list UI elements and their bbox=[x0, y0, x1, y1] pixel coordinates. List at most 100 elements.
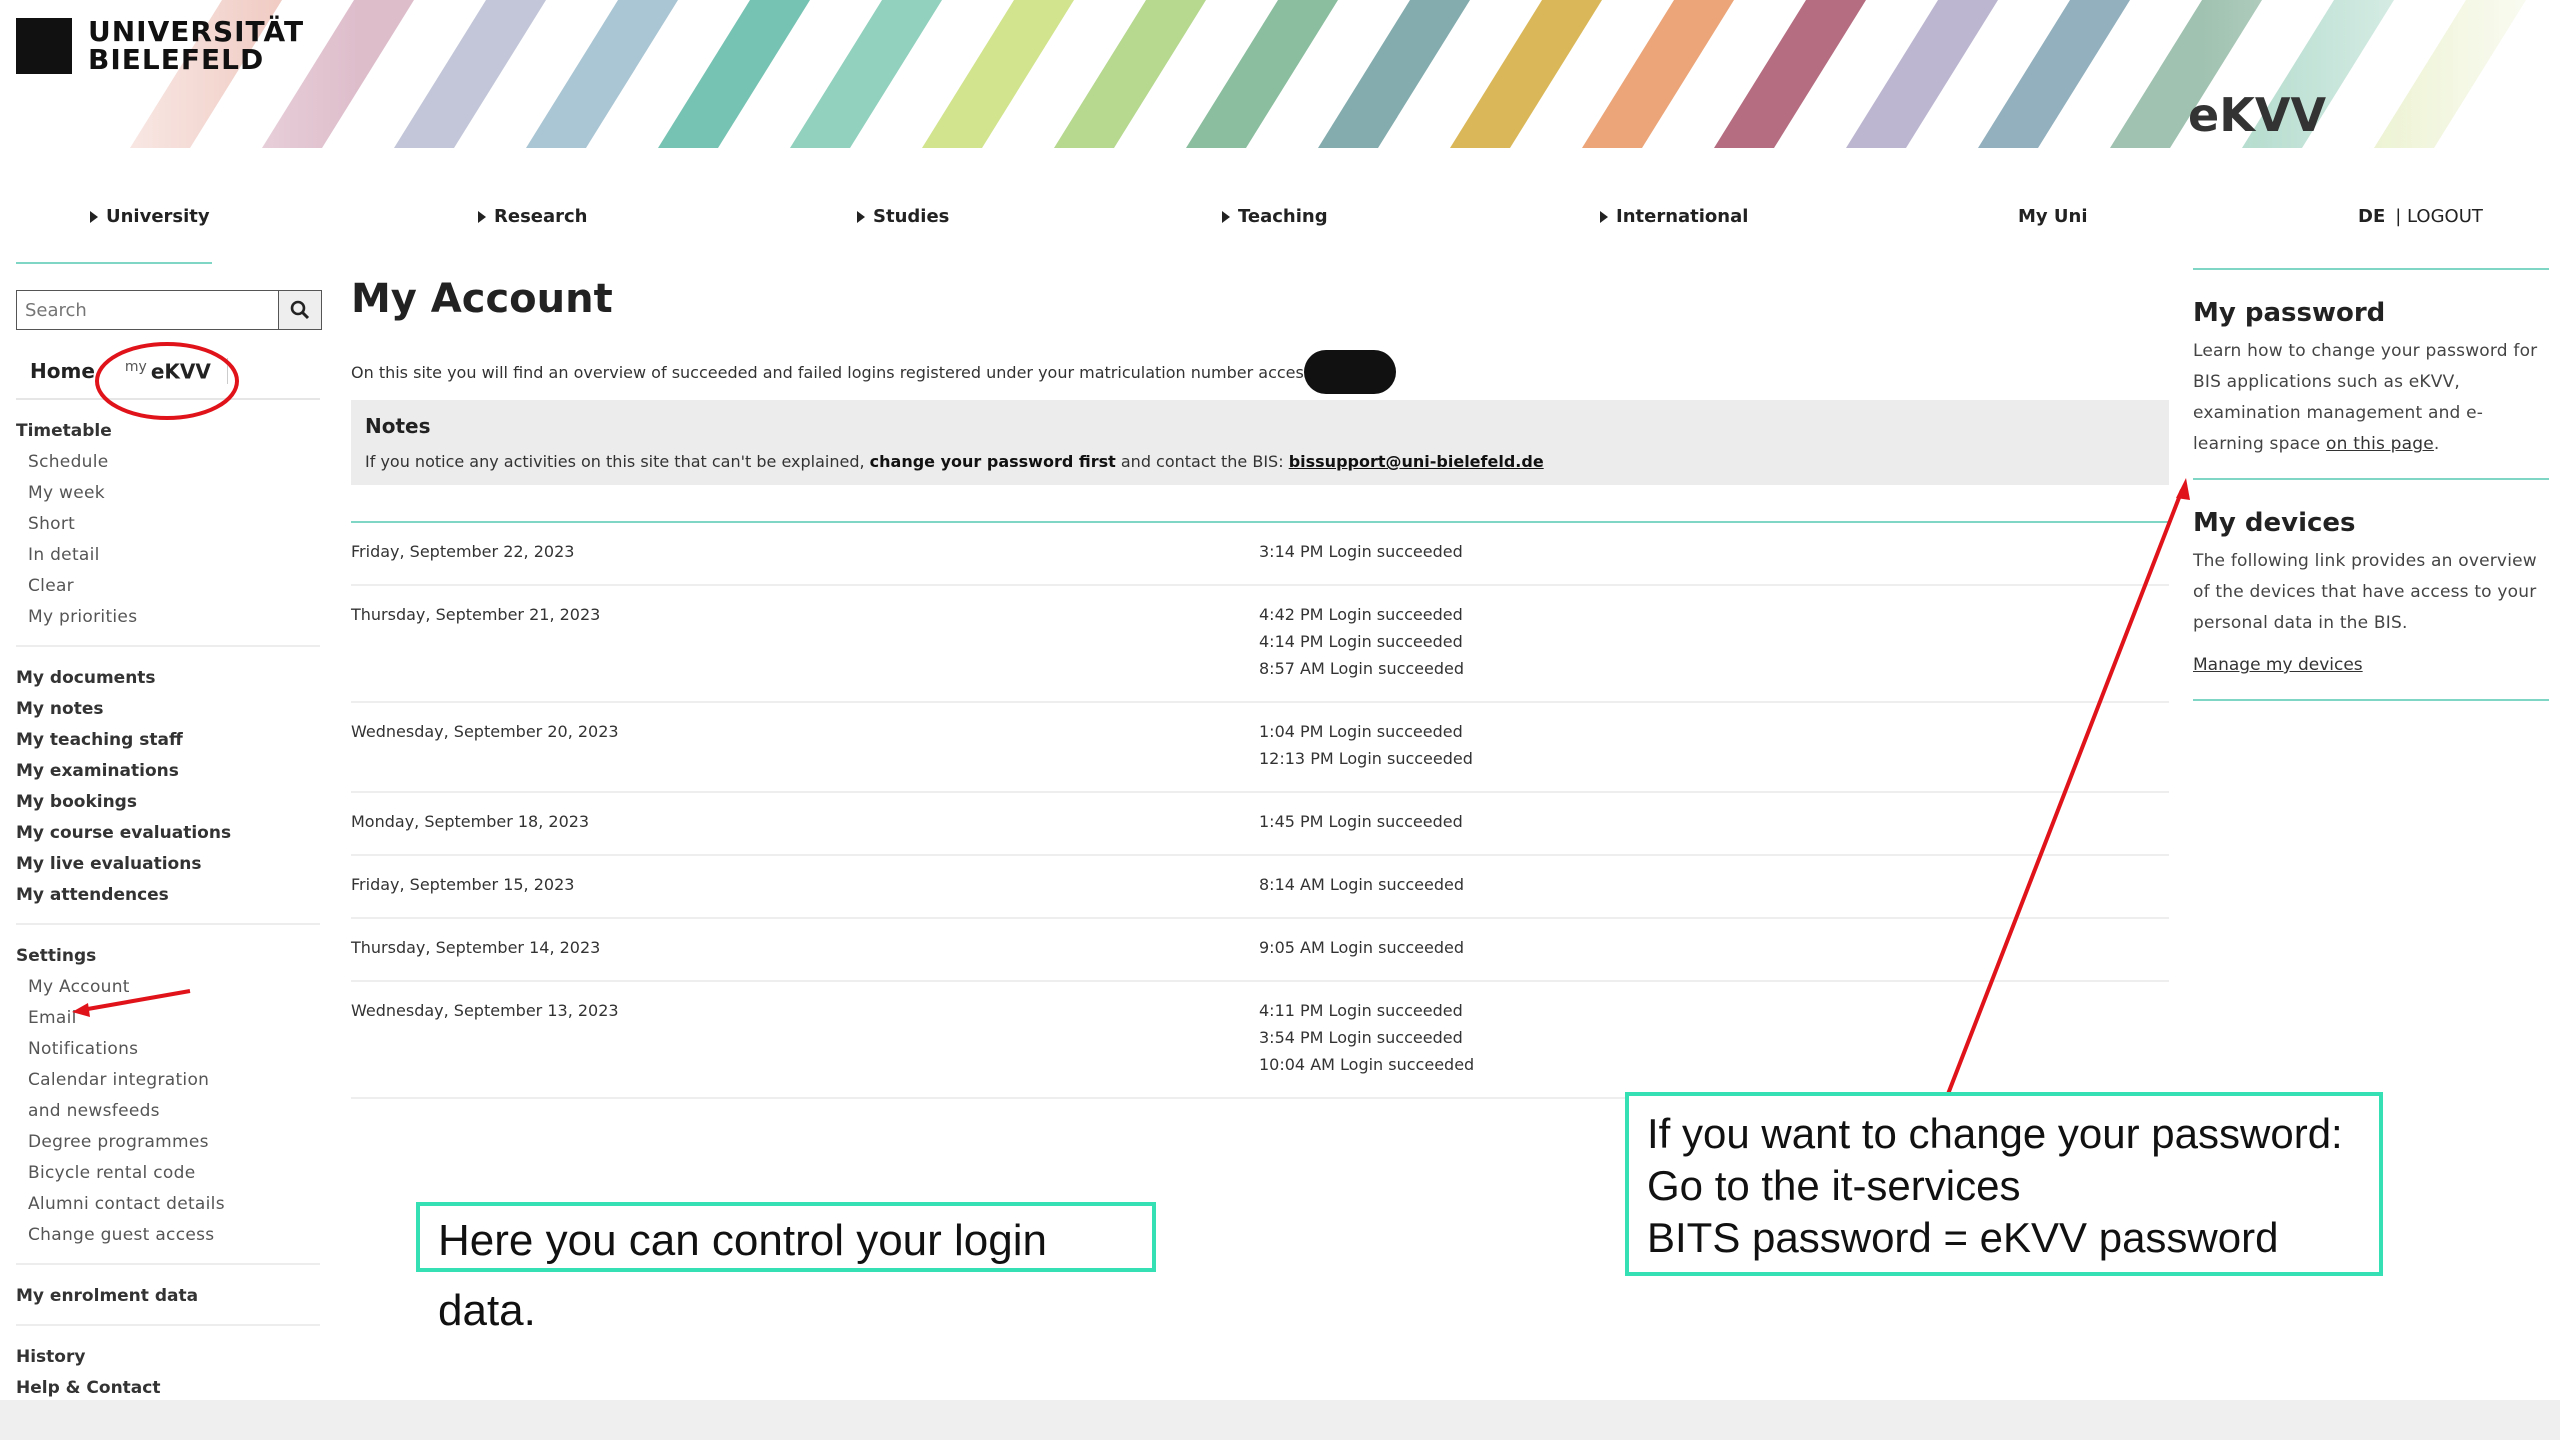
notes-text: If you notice any activities on this sit… bbox=[365, 452, 2155, 471]
sidebar-item-my-bookings[interactable]: My bookings bbox=[16, 787, 320, 818]
sidebar-item-change-guest-access[interactable]: Change guest access bbox=[16, 1220, 320, 1251]
arrowhead-password bbox=[2176, 478, 2190, 500]
sidebar-item-newsfeeds[interactable]: and newsfeeds bbox=[16, 1096, 320, 1127]
tab-my-ekvv[interactable]: my eKVV bbox=[125, 359, 211, 384]
table-row: Friday, September 15, 2023 8:14 AM Login … bbox=[351, 856, 2169, 919]
caret-right-icon bbox=[1222, 210, 1230, 223]
intro-sentence: On this site you will find an overview o… bbox=[351, 362, 1313, 382]
sidebar-divider bbox=[16, 1324, 320, 1326]
page-title: My Account bbox=[351, 276, 613, 322]
sidebar-item-my-account[interactable]: My Account bbox=[16, 972, 320, 1003]
app-title: eKVV bbox=[2188, 88, 2327, 142]
tab-home[interactable]: Home bbox=[30, 359, 95, 383]
nav-label: Research bbox=[494, 206, 588, 227]
footer-band bbox=[0, 1400, 2560, 1440]
logout-link[interactable]: | LOGOUT bbox=[2395, 206, 2483, 227]
sidebar-item-email[interactable]: Email bbox=[16, 1003, 320, 1034]
callout-line-3: BITS password = eKVV password bbox=[1647, 1214, 2279, 1261]
notes-text-mid: and contact the BIS: bbox=[1115, 452, 1289, 471]
nav-my-uni[interactable]: My Uni bbox=[2018, 206, 2088, 227]
table-row: Thursday, September 14, 2023 9:05 AM Logi… bbox=[351, 919, 2169, 982]
language-switch[interactable]: DE bbox=[2358, 206, 2385, 227]
sidebar-item-history[interactable]: History bbox=[16, 1342, 320, 1373]
sidebar-item-alumni-contact[interactable]: Alumni contact details bbox=[16, 1189, 320, 1220]
nav-label: Studies bbox=[873, 206, 950, 227]
sidebar-item-my-attendences[interactable]: My attendences bbox=[16, 880, 320, 911]
log-entries: 1:04 PM Login succeeded 12:13 PM Login su… bbox=[1259, 721, 1473, 775]
log-entry: 9:05 AM Login succeeded bbox=[1259, 938, 1465, 957]
log-date: Wednesday, September 20, 2023 bbox=[351, 722, 619, 741]
sidebar-item-my-week[interactable]: My week bbox=[16, 478, 320, 509]
sidebar-divider bbox=[16, 923, 320, 925]
sidebar-item-timetable[interactable]: Timetable bbox=[16, 416, 320, 447]
notes-title: Notes bbox=[365, 414, 431, 438]
password-info-link[interactable]: on this page bbox=[2326, 434, 2434, 454]
sidebar-item-my-course-evaluations[interactable]: My course evaluations bbox=[16, 818, 320, 849]
nav-university[interactable]: University bbox=[90, 206, 210, 227]
log-date: Friday, September 22, 2023 bbox=[351, 542, 575, 561]
log-entry: 12:13 PM Login succeeded bbox=[1259, 749, 1473, 768]
search-button[interactable] bbox=[278, 291, 321, 329]
personal-group: My documents My notes My teaching staff … bbox=[16, 663, 320, 911]
sidebar-item-clear[interactable]: Clear bbox=[16, 571, 320, 602]
callout-line-2: Go to the it-services bbox=[1647, 1162, 2021, 1209]
table-row: Friday, September 22, 2023 3:14 PM Login … bbox=[351, 523, 2169, 586]
manage-devices-link[interactable]: Manage my devices bbox=[2193, 655, 2549, 675]
sidebar-item-enrolment-data[interactable]: My enrolment data bbox=[16, 1281, 320, 1312]
callout-password-info: If you want to change your password: Go … bbox=[1625, 1092, 2383, 1276]
log-date: Thursday, September 14, 2023 bbox=[351, 938, 601, 957]
nav-label: International bbox=[1616, 206, 1749, 227]
table-row: Wednesday, September 13, 2023 4:11 PM Log… bbox=[351, 982, 2169, 1099]
sidebar-item-my-priorities[interactable]: My priorities bbox=[16, 602, 320, 633]
stripe-pattern bbox=[0, 0, 2560, 148]
university-logo[interactable]: UNIVERSITÄT BIELEFELD bbox=[16, 18, 304, 74]
sidebar-item-bicycle-rental-code[interactable]: Bicycle rental code bbox=[16, 1158, 320, 1189]
notes-text-start: If you notice any activities on this sit… bbox=[365, 452, 870, 471]
nav-lang-logout: DE | LOGOUT bbox=[2358, 206, 2483, 227]
log-date: Monday, September 18, 2023 bbox=[351, 812, 590, 831]
right-sidebar-divider bbox=[2193, 478, 2549, 480]
log-entry: 3:14 PM Login succeeded bbox=[1259, 542, 1463, 561]
nav-studies[interactable]: Studies bbox=[857, 206, 949, 227]
sidebar-divider bbox=[16, 645, 320, 647]
sidebar-item-in-detail[interactable]: In detail bbox=[16, 540, 320, 571]
log-entry: 8:57 AM Login succeeded bbox=[1259, 659, 1465, 678]
sidebar-item-schedule[interactable]: Schedule bbox=[16, 447, 320, 478]
nav-label: My Uni bbox=[2018, 206, 2088, 227]
right-sidebar-divider bbox=[2193, 268, 2549, 270]
sidebar-item-my-teaching-staff[interactable]: My teaching staff bbox=[16, 725, 320, 756]
login-log-table: Friday, September 22, 2023 3:14 PM Login … bbox=[351, 523, 2169, 1099]
caret-right-icon bbox=[1600, 210, 1608, 223]
log-date: Thursday, September 21, 2023 bbox=[351, 605, 601, 624]
caret-right-icon bbox=[90, 210, 98, 223]
intro-text: On this site you will find an overview o… bbox=[351, 350, 2169, 394]
callout-line-1: If you want to change your password: bbox=[1647, 1110, 2343, 1157]
sidebar-item-my-notes[interactable]: My notes bbox=[16, 694, 320, 725]
tab-separator bbox=[226, 358, 228, 384]
sidebar-item-degree-programmes[interactable]: Degree programmes bbox=[16, 1127, 320, 1158]
logo-mark bbox=[16, 18, 72, 74]
top-navigation: University Research Studies Teaching Int… bbox=[0, 200, 2560, 240]
sidebar-item-notifications[interactable]: Notifications bbox=[16, 1034, 320, 1065]
log-entries: 3:14 PM Login succeeded bbox=[1259, 541, 1463, 568]
nav-international[interactable]: International bbox=[1600, 206, 1748, 227]
devices-section-title: My devices bbox=[2193, 508, 2356, 538]
sidebar-item-my-documents[interactable]: My documents bbox=[16, 663, 320, 694]
sidebar-item-settings[interactable]: Settings bbox=[16, 941, 320, 972]
sidebar-item-calendar-integration[interactable]: Calendar integration bbox=[16, 1065, 320, 1096]
settings-group: Settings My Account Email Notifications … bbox=[16, 941, 320, 1251]
nav-research[interactable]: Research bbox=[478, 206, 588, 227]
sidebar-item-my-live-evaluations[interactable]: My live evaluations bbox=[16, 849, 320, 880]
log-entries: 9:05 AM Login succeeded bbox=[1259, 937, 1464, 964]
logo-text: UNIVERSITÄT BIELEFELD bbox=[88, 18, 304, 74]
password-section-title: My password bbox=[2193, 298, 2386, 328]
search-input[interactable] bbox=[17, 291, 278, 329]
table-row: Thursday, September 21, 2023 4:42 PM Logi… bbox=[351, 586, 2169, 703]
sidebar-item-short[interactable]: Short bbox=[16, 509, 320, 540]
caret-right-icon bbox=[857, 210, 865, 223]
notes-emphasis: change your password first bbox=[869, 452, 1116, 471]
support-email-link[interactable]: bissupport@uni-bielefeld.de bbox=[1289, 452, 1544, 471]
sidebar-top-divider bbox=[16, 262, 212, 264]
sidebar-item-my-examinations[interactable]: My examinations bbox=[16, 756, 320, 787]
nav-teaching[interactable]: Teaching bbox=[1222, 206, 1328, 227]
